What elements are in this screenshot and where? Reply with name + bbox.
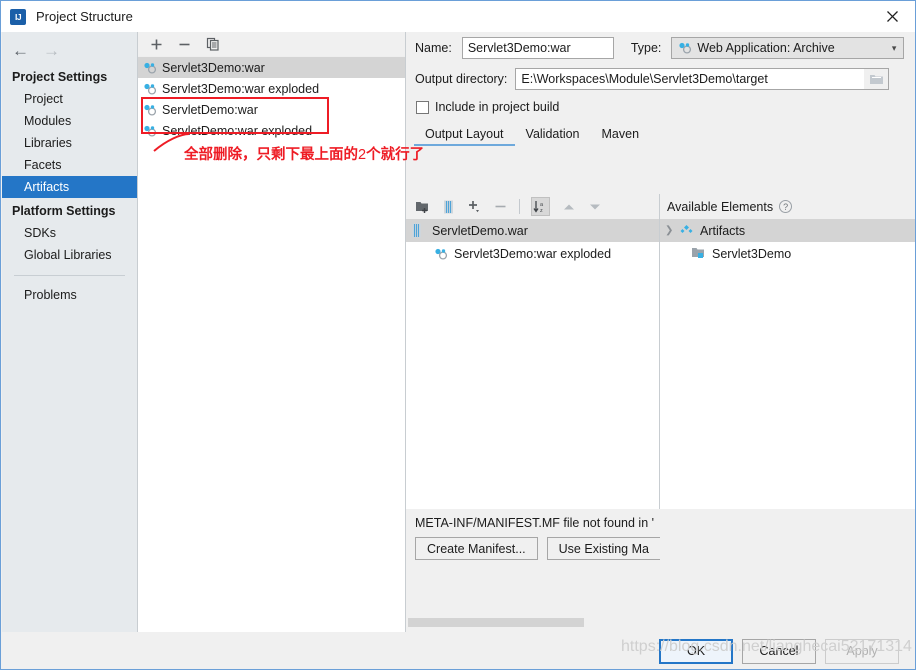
intellij-idea-icon: [10, 8, 26, 25]
sidebar-item-artifacts[interactable]: Artifacts: [2, 176, 137, 198]
svg-text:z: z: [540, 208, 543, 214]
module-icon: [691, 246, 707, 262]
manifest-message: META-INF/MANIFEST.MF file not found in ': [415, 516, 655, 530]
manifest-block: META-INF/MANIFEST.MF file not found in '…: [406, 512, 660, 577]
available-elements-header: Available Elements ?: [660, 194, 915, 219]
artifacts-list-panel: Servlet3Demo:war Servlet3Demo:war explod…: [138, 32, 406, 632]
name-input[interactable]: Servlet3Demo:war: [461, 37, 614, 59]
sidebar-item-modules[interactable]: Modules: [2, 110, 137, 132]
sidebar-item-facets[interactable]: Facets: [2, 154, 137, 176]
apply-button[interactable]: Apply: [825, 638, 899, 664]
sort-az-icon[interactable]: a z: [531, 197, 550, 216]
sidebar-item-problems[interactable]: Problems: [2, 284, 137, 306]
folder-add-icon[interactable]: [415, 199, 430, 214]
type-dropdown-value: Web Application: Archive: [697, 41, 835, 55]
available-elements-tree-label: Servlet3Demo: [712, 246, 792, 261]
output-directory-row: Output directory: E:\Workspaces\Module\S…: [406, 64, 915, 94]
artifact-list-item[interactable]: Servlet3Demo:war exploded: [138, 78, 405, 99]
artifact-icon: [142, 60, 158, 76]
name-row: Name: Servlet3Demo:war Type: Web Applica…: [406, 32, 915, 64]
available-elements-tree-label: Artifacts: [700, 223, 746, 238]
artifacts-toolbar: [138, 32, 405, 57]
chevron-down-icon: ▾: [891, 42, 897, 53]
close-icon[interactable]: [869, 1, 915, 32]
artifact-icon: [433, 246, 449, 262]
use-existing-manifest-button[interactable]: Use Existing Ma: [546, 537, 660, 560]
navigation-arrows: ← →: [2, 32, 137, 68]
chevron-right-icon[interactable]: ❯: [665, 225, 679, 236]
tab-output-layout[interactable]: Output Layout: [414, 122, 515, 146]
artifact-list-item-label: ServletDemo:war: [162, 102, 258, 117]
output-directory-input[interactable]: E:\Workspaces\Module\Servlet3Demo\target: [515, 68, 865, 90]
triangle-up-icon[interactable]: [561, 199, 576, 214]
archive-icon[interactable]: [441, 199, 456, 214]
name-label: Name:: [415, 41, 452, 55]
detail-tabs: Output Layout Validation Maven: [406, 120, 915, 146]
sidebar-item-project[interactable]: Project: [2, 88, 137, 110]
cancel-button[interactable]: Cancel: [742, 638, 816, 664]
available-elements-tree-row[interactable]: Servlet3Demo: [660, 242, 915, 265]
arrow-left-icon[interactable]: ←: [12, 42, 29, 59]
help-circle-icon[interactable]: ?: [779, 200, 793, 213]
include-in-build-label: Include in project build: [435, 100, 560, 114]
artifact-icon: [142, 81, 158, 97]
output-directory-label: Output directory:: [415, 72, 508, 86]
output-layout-tree-label: ServletDemo.war: [432, 223, 528, 238]
create-manifest-button[interactable]: Create Manifest...: [415, 537, 538, 560]
plus-dropdown-icon[interactable]: [467, 199, 482, 214]
copy-artifact-button[interactable]: [205, 37, 220, 52]
horizontal-scrollbar[interactable]: [408, 618, 658, 627]
artifact-icon: [142, 123, 158, 139]
include-in-build-row[interactable]: Include in project build: [406, 94, 915, 120]
output-layout-tree-row[interactable]: Servlet3Demo:war exploded: [406, 242, 659, 265]
project-structure-dialog: Project Structure ← → Project Settings P…: [0, 0, 916, 670]
output-layout-tree-label: Servlet3Demo:war exploded: [454, 246, 612, 261]
available-elements-title: Available Elements: [667, 199, 774, 214]
artifact-icon: [677, 40, 693, 56]
dialog-action-bar: OK Cancel Apply: [1, 632, 915, 669]
artifact-list-item-label: ServletDemo:war exploded: [162, 123, 313, 138]
include-in-build-checkbox[interactable]: [416, 100, 429, 114]
artifact-list-item[interactable]: ServletDemo:war exploded: [138, 120, 405, 141]
scrollbar-thumb[interactable]: [408, 618, 584, 627]
triangle-down-icon[interactable]: [587, 199, 602, 214]
tab-validation[interactable]: Validation: [515, 122, 591, 146]
minus-icon[interactable]: [493, 199, 508, 214]
archive-icon: [411, 223, 427, 239]
artifact-list-item-label: Servlet3Demo:war exploded: [162, 81, 320, 96]
artifact-list-item-label: Servlet3Demo:war: [162, 60, 265, 75]
type-label: Type:: [630, 41, 662, 55]
layout-panes: a z ServletDemo.war Servlet3Demo:war exp…: [406, 194, 915, 509]
sidebar-divider: [14, 275, 125, 276]
ok-button[interactable]: OK: [659, 638, 733, 664]
add-artifact-button[interactable]: [149, 37, 164, 52]
titlebar: Project Structure: [1, 1, 915, 32]
manifest-buttons: Create Manifest... Use Existing Ma: [406, 530, 660, 560]
toolbar-divider: [519, 199, 520, 214]
sidebar-group-project-settings: Project Settings: [12, 70, 108, 84]
arrow-right-icon[interactable]: →: [43, 42, 60, 59]
output-layout-pane: a z ServletDemo.war Servlet3Demo:war exp…: [406, 194, 660, 509]
folder-icon[interactable]: [864, 68, 890, 90]
sidebar-item-libraries[interactable]: Libraries: [2, 132, 137, 154]
type-dropdown[interactable]: Web Application: Archive ▾: [671, 37, 905, 59]
sidebar-group-platform-settings: Platform Settings: [12, 204, 116, 218]
sidebar-item-global-libraries[interactable]: Global Libraries: [2, 244, 137, 266]
artifact-icon: [142, 102, 158, 118]
artifacts-group-icon: [679, 223, 695, 239]
output-layout-toolbar: a z: [406, 194, 659, 219]
remove-artifact-button[interactable]: [177, 37, 192, 52]
sidebar-item-sdks[interactable]: SDKs: [2, 222, 137, 244]
output-layout-tree-row[interactable]: ServletDemo.war: [406, 219, 659, 242]
available-elements-pane: Available Elements ? ❯ Artifacts Servlet…: [660, 194, 915, 509]
artifact-list-item[interactable]: ServletDemo:war: [138, 99, 405, 120]
window-title: Project Structure: [36, 9, 133, 24]
tab-maven[interactable]: Maven: [591, 122, 651, 146]
settings-sidebar: ← → Project Settings Project Modules Lib…: [2, 32, 138, 632]
artifact-list-item[interactable]: Servlet3Demo:war: [138, 57, 405, 78]
available-elements-tree-row[interactable]: ❯ Artifacts: [660, 219, 915, 242]
artifact-detail-panel: Name: Servlet3Demo:war Type: Web Applica…: [406, 32, 915, 662]
